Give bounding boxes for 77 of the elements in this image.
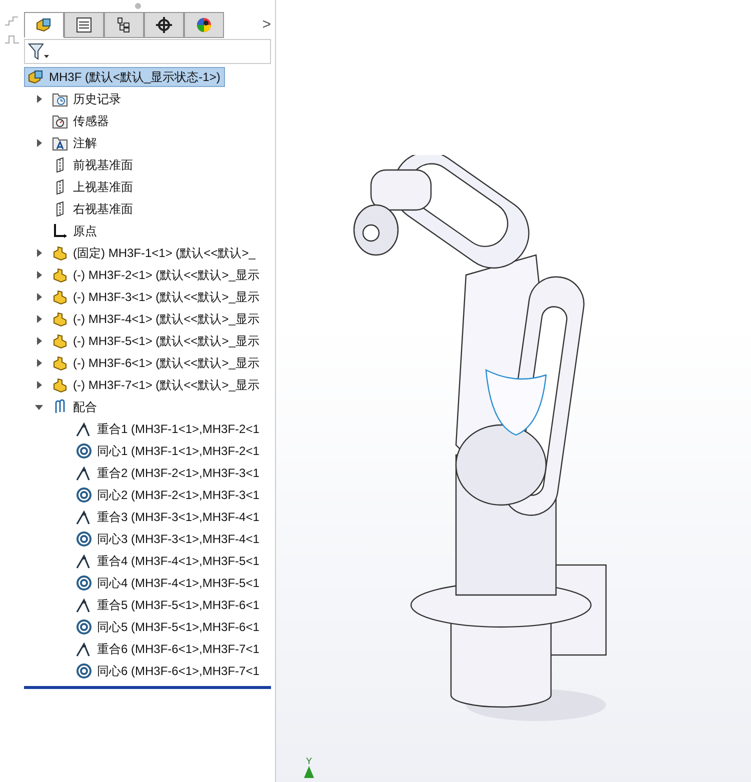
tree-item[interactable]: 同心4 (MH3F-4<1>,MH3F-5<1 xyxy=(72,573,264,593)
coincident-mate-icon xyxy=(76,553,92,569)
assembly-icon xyxy=(28,69,44,85)
tree-item[interactable]: (-) MH3F-5<1> (默认<<默认>_显示 xyxy=(48,331,264,351)
part-icon xyxy=(52,311,68,327)
concentric-mate-icon xyxy=(76,663,92,679)
concentric-mate-icon xyxy=(76,531,92,547)
panel-tab[interactable] xyxy=(144,12,184,38)
step-icon xyxy=(4,16,20,26)
part-icon xyxy=(52,333,68,349)
tree-item[interactable]: 同心3 (MH3F-3<1>,MH3F-4<1 xyxy=(72,529,264,549)
tree-item[interactable]: 重合2 (MH3F-2<1>,MH3F-3<1 xyxy=(72,463,264,483)
color-wheel-icon xyxy=(195,16,213,34)
tree-item[interactable]: 重合3 (MH3F-3<1>,MH3F-4<1 xyxy=(72,507,264,527)
tree-item[interactable]: 同心5 (MH3F-5<1>,MH3F-6<1 xyxy=(72,617,264,637)
origin-icon xyxy=(52,223,68,239)
tree-item[interactable]: (-) MH3F-7<1> (默认<<默认>_显示 xyxy=(48,375,264,395)
tree-item[interactable]: (固定) MH3F-1<1> (默认<<默认>_ xyxy=(48,243,260,263)
axis-cone-icon xyxy=(304,766,314,778)
panel-tab[interactable] xyxy=(104,12,144,38)
tree-item[interactable]: 重合5 (MH3F-5<1>,MH3F-6<1 xyxy=(72,595,264,615)
expand-arrow-icon[interactable] xyxy=(35,381,43,389)
tree-item[interactable]: 重合4 (MH3F-4<1>,MH3F-5<1 xyxy=(72,551,264,571)
expand-arrow-icon[interactable] xyxy=(35,315,43,323)
tree-item[interactable]: 上视基准面 xyxy=(48,177,138,197)
coincident-mate-icon xyxy=(76,465,92,481)
panel-tab[interactable] xyxy=(24,12,64,38)
expand-arrow-icon[interactable] xyxy=(35,293,43,301)
tree-item[interactable]: MH3F (默认<默认_显示状态-1>) xyxy=(24,67,226,87)
tree-item[interactable]: (-) MH3F-3<1> (默认<<默认>_显示 xyxy=(48,287,264,307)
tree-item[interactable]: 同心1 (MH3F-1<1>,MH3F-2<1 xyxy=(72,441,264,461)
expand-arrow-icon[interactable] xyxy=(35,139,43,147)
concentric-mate-icon xyxy=(76,443,92,459)
pulse-icon xyxy=(4,34,20,44)
part-icon xyxy=(52,245,68,261)
part-icon xyxy=(52,267,68,283)
tree-item[interactable]: 重合1 (MH3F-1<1>,MH3F-2<1 xyxy=(72,419,264,439)
part-icon xyxy=(52,289,68,305)
coincident-mate-icon xyxy=(76,597,92,613)
tree-item[interactable]: (-) MH3F-4<1> (默认<<默认>_显示 xyxy=(48,309,264,329)
assembly-icon xyxy=(35,16,53,34)
coincident-mate-icon xyxy=(76,641,92,657)
part-icon xyxy=(52,355,68,371)
part-icon xyxy=(52,377,68,393)
expand-arrow-icon[interactable] xyxy=(35,95,43,103)
tree-item[interactable]: (-) MH3F-6<1> (默认<<默认>_显示 xyxy=(48,353,264,373)
crosshair-icon xyxy=(155,16,173,34)
coincident-mate-icon xyxy=(76,421,92,437)
filter-icon xyxy=(28,42,50,60)
tree-item[interactable]: 注解 xyxy=(48,133,102,153)
annotation-folder-icon xyxy=(52,135,68,151)
expand-arrow-icon[interactable] xyxy=(35,249,43,257)
expand-arrow-icon[interactable] xyxy=(35,271,43,279)
tree-item[interactable]: 重合6 (MH3F-6<1>,MH3F-7<1 xyxy=(72,639,264,659)
tree-item[interactable]: 前视基准面 xyxy=(48,155,138,175)
gauge-folder-icon xyxy=(52,113,68,129)
list-icon xyxy=(75,16,93,34)
more-tabs-button[interactable]: > xyxy=(262,12,271,38)
concentric-mate-icon xyxy=(76,487,92,503)
tree-item[interactable]: 同心6 (MH3F-6<1>,MH3F-7<1 xyxy=(72,661,264,681)
concentric-mate-icon xyxy=(76,619,92,635)
tree-item[interactable]: 同心2 (MH3F-2<1>,MH3F-3<1 xyxy=(72,485,264,505)
splitter-handle-icon[interactable] xyxy=(134,3,140,9)
clock-folder-icon xyxy=(52,91,68,107)
tree-item[interactable]: 传感器 xyxy=(48,111,114,131)
collapse-arrow-icon[interactable] xyxy=(35,403,43,411)
tree-item[interactable]: 配合 xyxy=(48,397,102,417)
tree-item[interactable]: 原点 xyxy=(48,221,102,241)
concentric-mate-icon xyxy=(76,575,92,591)
tree-item[interactable]: (-) MH3F-2<1> (默认<<默认>_显示 xyxy=(48,265,264,285)
axis-label: Y xyxy=(306,757,312,766)
coincident-mate-icon xyxy=(76,509,92,525)
expand-arrow-icon[interactable] xyxy=(35,337,43,345)
tree-item[interactable]: 历史记录 xyxy=(48,89,126,109)
tree-item[interactable]: 右视基准面 xyxy=(48,199,138,219)
expand-arrow-icon[interactable] xyxy=(35,359,43,367)
panel-tab[interactable] xyxy=(64,12,104,38)
